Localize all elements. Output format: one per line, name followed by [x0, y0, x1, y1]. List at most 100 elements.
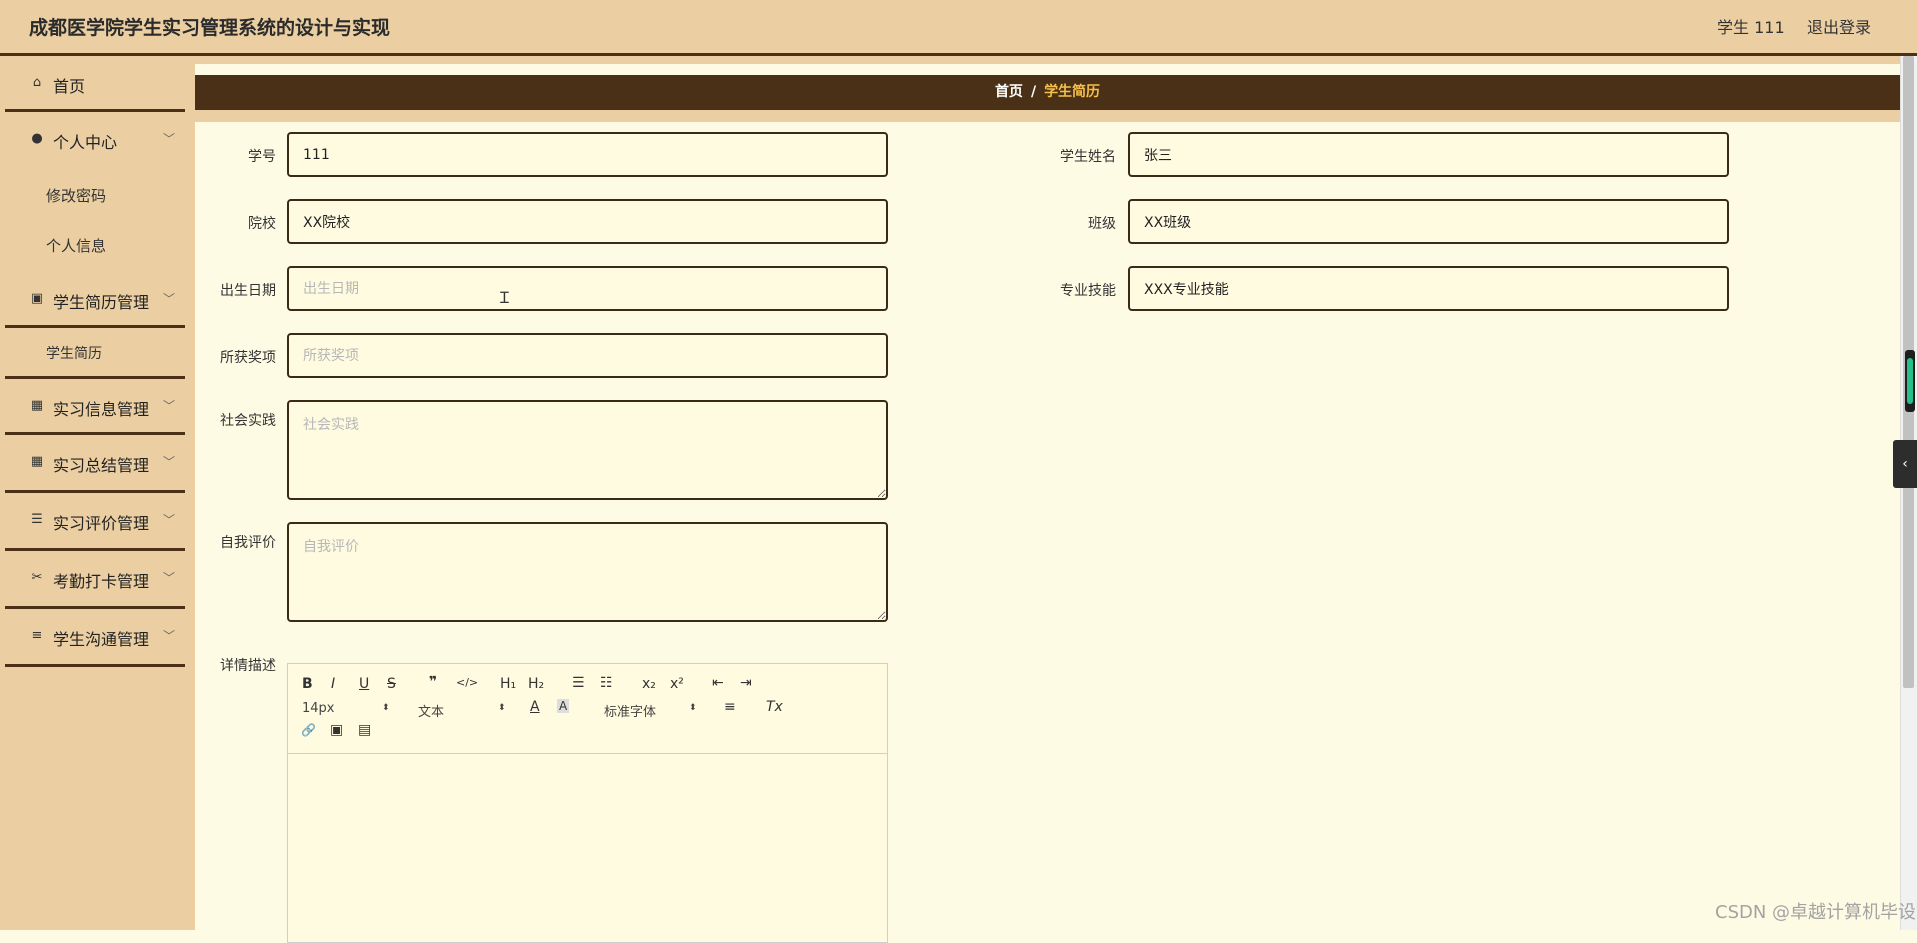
outdent-button[interactable]: ⇤ [712, 675, 724, 691]
chevron-down-icon: ﹀ [163, 292, 176, 306]
birth-date-input[interactable] [287, 266, 888, 311]
watermark-text: CSDN @卓越计算机毕设 [1715, 902, 1917, 923]
sidebar-sub-student-resume[interactable]: 学生简历 [46, 343, 102, 363]
rich-text-editor: B I U S ❞ </> H₁ H₂ ☰ ☷ x₂ x² ⇤ ⇥ 14px ⬍… [287, 663, 888, 943]
sidebar-sub-personal-info[interactable]: 个人信息 [46, 235, 106, 256]
social-practice-label: 社会实践 [220, 413, 276, 429]
subscript-button[interactable]: x₂ [642, 676, 656, 692]
sliders-icon: ☰ [31, 512, 43, 527]
awards-input[interactable] [287, 333, 888, 378]
image-icon: ▣ [330, 722, 344, 738]
chevron-down-icon: ﹀ [163, 629, 176, 643]
self-evaluation-label: 自我评价 [220, 535, 276, 551]
text-color-button[interactable]: A [530, 699, 540, 715]
quote-button[interactable]: ❞ [429, 674, 437, 690]
block-format-select[interactable]: 文本 ⬍ [418, 701, 508, 720]
ordered-list-button[interactable]: ☰ [572, 675, 585, 691]
underline-button[interactable]: U [359, 676, 369, 692]
sidebar-item-label: 实习信息管理 [53, 400, 150, 419]
sidebar-item-resume-management[interactable]: ▣ 学生简历管理 ﹀ [5, 272, 185, 328]
font-size-select[interactable]: 14px ⬍ [302, 701, 392, 716]
home-icon: ⌂ [32, 75, 42, 90]
chevron-down-icon: ﹀ [163, 132, 176, 146]
skills-input[interactable] [1128, 266, 1729, 311]
sidebar-item-label: 学生简历管理 [53, 293, 150, 312]
breadcrumb: 首页 / 学生简历 [195, 75, 1900, 110]
sidebar-item-attendance[interactable]: ✂ 考勤打卡管理 ﹀ [5, 551, 185, 609]
breadcrumb-current: 学生简历 [1044, 84, 1101, 100]
align-button[interactable]: ≡ [724, 699, 736, 715]
link-button[interactable]: 🔗 [301, 723, 316, 737]
details-label: 详情描述 [220, 658, 276, 674]
sidebar-item-label: 首页 [53, 77, 86, 96]
student-name-input[interactable] [1128, 132, 1729, 177]
image-button[interactable]: ▣ [330, 722, 343, 738]
clipboard-icon: ▣ [30, 291, 44, 306]
awards-label: 所获奖项 [220, 350, 276, 366]
breadcrumb-underline-strip [195, 110, 1900, 122]
breadcrumb-separator: / [1030, 84, 1037, 100]
list-icon: ≡ [31, 628, 43, 643]
sidebar-sub-change-password[interactable]: 修改密码 [46, 185, 106, 206]
bullet-list-button[interactable]: ☷ [600, 675, 613, 691]
select-arrows-icon: ⬍ [382, 703, 390, 713]
sidebar-item-home[interactable]: ⌂ 首页 [5, 56, 185, 112]
superscript-button[interactable]: x² [670, 676, 684, 692]
sidebar-item-label: 实习总结管理 [53, 456, 150, 475]
student-no-label: 学号 [248, 149, 276, 165]
social-practice-textarea[interactable] [287, 400, 888, 500]
strike-button[interactable]: S [387, 676, 396, 692]
select-arrows-icon: ⬍ [498, 703, 506, 713]
block-format-value: 文本 [418, 705, 445, 720]
school-input[interactable] [287, 199, 888, 244]
font-family-select[interactable]: 标准字体 ⬍ [604, 701, 699, 720]
background-color-button[interactable]: A [557, 699, 570, 713]
clear-format-button[interactable]: Tx [766, 699, 783, 715]
italic-button[interactable]: I [331, 676, 335, 692]
text-cursor-icon: Ɪ [500, 288, 509, 307]
h2-button[interactable]: H₂ [528, 676, 544, 692]
current-user: 学生 111 [1717, 18, 1785, 37]
sidebar-item-communication[interactable]: ≡ 学生沟通管理 ﹀ [5, 609, 185, 667]
sidebar-item-label: 考勤打卡管理 [53, 572, 150, 591]
user-icon: ● [31, 131, 43, 146]
code-button[interactable]: </> [456, 676, 478, 689]
select-arrows-icon: ⬍ [689, 703, 697, 713]
bold-button[interactable]: B [302, 676, 313, 692]
chevron-down-icon: ﹀ [163, 571, 176, 585]
editor-toolbar: B I U S ❞ </> H₁ H₂ ☰ ☷ x₂ x² ⇤ ⇥ 14px ⬍… [288, 664, 887, 754]
sidebar-item-internship-info[interactable]: ▦ 实习信息管理 ﹀ [5, 376, 185, 435]
skills-label: 专业技能 [1060, 283, 1116, 299]
h1-button[interactable]: H₁ [500, 676, 516, 692]
student-no-input[interactable] [287, 132, 888, 177]
collapse-panel-button[interactable]: ‹ [1893, 440, 1917, 488]
ticket-icon: ✂ [31, 570, 43, 585]
sidebar-item-label: 学生沟通管理 [53, 630, 150, 649]
link-icon: 🔗 [301, 723, 316, 737]
sidebar-item-personal-center[interactable]: ● 个人中心 ﹀ [5, 112, 185, 168]
top-header: 成都医学院学生实习管理系统的设计与实现 学生 111 退出登录 [0, 0, 1917, 56]
chevron-down-icon: ﹀ [163, 455, 176, 469]
sidebar-item-label: 个人中心 [53, 133, 118, 152]
chevron-down-icon: ﹀ [163, 399, 176, 413]
grid-icon: ▦ [30, 398, 44, 413]
birth-date-label: 出生日期 [220, 283, 276, 299]
font-size-value: 14px [302, 701, 335, 716]
logout-link[interactable]: 退出登录 [1807, 14, 1871, 38]
app-title: 成都医学院学生实习管理系统的设计与实现 [29, 17, 391, 39]
student-name-label: 学生姓名 [1060, 149, 1116, 165]
sidebar-item-internship-summary[interactable]: ▦ 实习总结管理 ﹀ [5, 435, 185, 493]
video-icon: ▤ [358, 722, 372, 738]
indent-button[interactable]: ⇥ [740, 675, 752, 691]
class-input[interactable] [1128, 199, 1729, 244]
editor-content-area[interactable] [288, 755, 887, 943]
school-label: 院校 [248, 216, 276, 232]
floating-progress-widget[interactable] [1905, 350, 1915, 412]
grid-icon: ▦ [30, 454, 44, 469]
chevron-down-icon: ﹀ [163, 513, 176, 527]
sidebar-item-internship-evaluation[interactable]: ☰ 实习评价管理 ﹀ [5, 493, 185, 551]
video-button[interactable]: ▤ [358, 722, 371, 738]
sidebar: ⌂ 首页 ● 个人中心 ﹀ 修改密码 个人信息 ▣ 学生简历管理 ﹀ 学生简历 … [0, 56, 195, 930]
self-evaluation-textarea[interactable] [287, 522, 888, 622]
breadcrumb-home[interactable]: 首页 [995, 84, 1023, 100]
